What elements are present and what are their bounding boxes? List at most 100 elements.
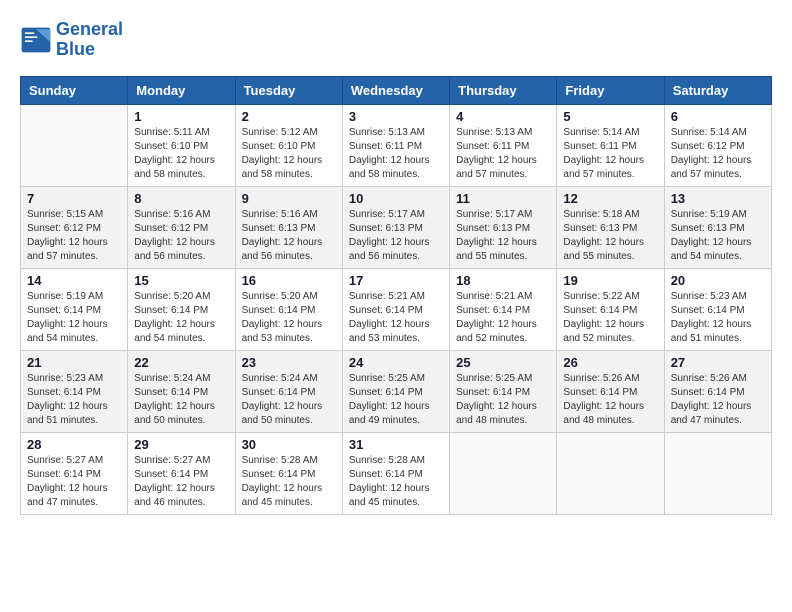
day-info: Sunrise: 5:20 AM Sunset: 6:14 PM Dayligh…: [134, 290, 228, 346]
calendar-cell: 21 Sunrise: 5:23 AM Sunset: 6:14 PM Dayl…: [21, 350, 128, 432]
day-number: 27: [671, 355, 765, 370]
day-header-monday: Monday: [128, 76, 235, 104]
day-header-thursday: Thursday: [450, 76, 557, 104]
day-info: Sunrise: 5:14 AM Sunset: 6:12 PM Dayligh…: [671, 126, 765, 182]
day-info: Sunrise: 5:24 AM Sunset: 6:14 PM Dayligh…: [242, 372, 336, 428]
day-number: 8: [134, 191, 228, 206]
day-number: 30: [242, 437, 336, 452]
day-number: 1: [134, 109, 228, 124]
page-header: General Blue: [20, 20, 772, 60]
day-info: Sunrise: 5:18 AM Sunset: 6:13 PM Dayligh…: [563, 208, 657, 264]
calendar-cell: 31 Sunrise: 5:28 AM Sunset: 6:14 PM Dayl…: [342, 432, 449, 514]
calendar-cell: 12 Sunrise: 5:18 AM Sunset: 6:13 PM Dayl…: [557, 186, 664, 268]
day-header-tuesday: Tuesday: [235, 76, 342, 104]
day-info: Sunrise: 5:16 AM Sunset: 6:12 PM Dayligh…: [134, 208, 228, 264]
day-number: 25: [456, 355, 550, 370]
day-info: Sunrise: 5:11 AM Sunset: 6:10 PM Dayligh…: [134, 126, 228, 182]
calendar-cell: 2 Sunrise: 5:12 AM Sunset: 6:10 PM Dayli…: [235, 104, 342, 186]
calendar-cell: 17 Sunrise: 5:21 AM Sunset: 6:14 PM Dayl…: [342, 268, 449, 350]
calendar-cell: 5 Sunrise: 5:14 AM Sunset: 6:11 PM Dayli…: [557, 104, 664, 186]
day-number: 5: [563, 109, 657, 124]
day-number: 3: [349, 109, 443, 124]
calendar-cell: 15 Sunrise: 5:20 AM Sunset: 6:14 PM Dayl…: [128, 268, 235, 350]
day-number: 13: [671, 191, 765, 206]
day-number: 17: [349, 273, 443, 288]
calendar-cell: 16 Sunrise: 5:20 AM Sunset: 6:14 PM Dayl…: [235, 268, 342, 350]
calendar-cell: 20 Sunrise: 5:23 AM Sunset: 6:14 PM Dayl…: [664, 268, 771, 350]
day-info: Sunrise: 5:24 AM Sunset: 6:14 PM Dayligh…: [134, 372, 228, 428]
day-number: 18: [456, 273, 550, 288]
calendar-cell: 29 Sunrise: 5:27 AM Sunset: 6:14 PM Dayl…: [128, 432, 235, 514]
calendar-cell: 27 Sunrise: 5:26 AM Sunset: 6:14 PM Dayl…: [664, 350, 771, 432]
day-number: 23: [242, 355, 336, 370]
calendar-cell: 9 Sunrise: 5:16 AM Sunset: 6:13 PM Dayli…: [235, 186, 342, 268]
day-headers-row: SundayMondayTuesdayWednesdayThursdayFrid…: [21, 76, 772, 104]
day-info: Sunrise: 5:21 AM Sunset: 6:14 PM Dayligh…: [456, 290, 550, 346]
day-info: Sunrise: 5:14 AM Sunset: 6:11 PM Dayligh…: [563, 126, 657, 182]
calendar-cell: 25 Sunrise: 5:25 AM Sunset: 6:14 PM Dayl…: [450, 350, 557, 432]
day-info: Sunrise: 5:26 AM Sunset: 6:14 PM Dayligh…: [671, 372, 765, 428]
day-info: Sunrise: 5:27 AM Sunset: 6:14 PM Dayligh…: [27, 454, 121, 510]
day-header-saturday: Saturday: [664, 76, 771, 104]
day-number: 14: [27, 273, 121, 288]
day-info: Sunrise: 5:16 AM Sunset: 6:13 PM Dayligh…: [242, 208, 336, 264]
day-number: 10: [349, 191, 443, 206]
calendar-cell: 23 Sunrise: 5:24 AM Sunset: 6:14 PM Dayl…: [235, 350, 342, 432]
calendar-cell: 3 Sunrise: 5:13 AM Sunset: 6:11 PM Dayli…: [342, 104, 449, 186]
week-row-5: 28 Sunrise: 5:27 AM Sunset: 6:14 PM Dayl…: [21, 432, 772, 514]
week-row-1: 1 Sunrise: 5:11 AM Sunset: 6:10 PM Dayli…: [21, 104, 772, 186]
calendar-cell: 30 Sunrise: 5:28 AM Sunset: 6:14 PM Dayl…: [235, 432, 342, 514]
calendar-cell: 18 Sunrise: 5:21 AM Sunset: 6:14 PM Dayl…: [450, 268, 557, 350]
calendar-cell: 28 Sunrise: 5:27 AM Sunset: 6:14 PM Dayl…: [21, 432, 128, 514]
day-number: 11: [456, 191, 550, 206]
day-info: Sunrise: 5:20 AM Sunset: 6:14 PM Dayligh…: [242, 290, 336, 346]
day-info: Sunrise: 5:13 AM Sunset: 6:11 PM Dayligh…: [456, 126, 550, 182]
calendar-cell: [21, 104, 128, 186]
calendar-cell: 13 Sunrise: 5:19 AM Sunset: 6:13 PM Dayl…: [664, 186, 771, 268]
day-number: 12: [563, 191, 657, 206]
day-number: 4: [456, 109, 550, 124]
day-number: 28: [27, 437, 121, 452]
calendar-cell: [664, 432, 771, 514]
calendar-cell: 10 Sunrise: 5:17 AM Sunset: 6:13 PM Dayl…: [342, 186, 449, 268]
calendar-cell: [557, 432, 664, 514]
day-number: 7: [27, 191, 121, 206]
day-info: Sunrise: 5:12 AM Sunset: 6:10 PM Dayligh…: [242, 126, 336, 182]
day-number: 22: [134, 355, 228, 370]
day-info: Sunrise: 5:25 AM Sunset: 6:14 PM Dayligh…: [349, 372, 443, 428]
calendar-table: SundayMondayTuesdayWednesdayThursdayFrid…: [20, 76, 772, 515]
day-info: Sunrise: 5:27 AM Sunset: 6:14 PM Dayligh…: [134, 454, 228, 510]
day-number: 21: [27, 355, 121, 370]
day-number: 31: [349, 437, 443, 452]
day-number: 15: [134, 273, 228, 288]
day-number: 20: [671, 273, 765, 288]
day-info: Sunrise: 5:21 AM Sunset: 6:14 PM Dayligh…: [349, 290, 443, 346]
day-info: Sunrise: 5:23 AM Sunset: 6:14 PM Dayligh…: [671, 290, 765, 346]
day-info: Sunrise: 5:17 AM Sunset: 6:13 PM Dayligh…: [349, 208, 443, 264]
day-number: 26: [563, 355, 657, 370]
day-header-friday: Friday: [557, 76, 664, 104]
calendar-cell: 22 Sunrise: 5:24 AM Sunset: 6:14 PM Dayl…: [128, 350, 235, 432]
day-header-wednesday: Wednesday: [342, 76, 449, 104]
calendar-cell: 19 Sunrise: 5:22 AM Sunset: 6:14 PM Dayl…: [557, 268, 664, 350]
calendar-cell: 26 Sunrise: 5:26 AM Sunset: 6:14 PM Dayl…: [557, 350, 664, 432]
day-info: Sunrise: 5:19 AM Sunset: 6:14 PM Dayligh…: [27, 290, 121, 346]
day-number: 6: [671, 109, 765, 124]
week-row-3: 14 Sunrise: 5:19 AM Sunset: 6:14 PM Dayl…: [21, 268, 772, 350]
logo-icon: [20, 26, 52, 54]
day-info: Sunrise: 5:22 AM Sunset: 6:14 PM Dayligh…: [563, 290, 657, 346]
day-info: Sunrise: 5:25 AM Sunset: 6:14 PM Dayligh…: [456, 372, 550, 428]
calendar-cell: 4 Sunrise: 5:13 AM Sunset: 6:11 PM Dayli…: [450, 104, 557, 186]
day-number: 9: [242, 191, 336, 206]
day-info: Sunrise: 5:19 AM Sunset: 6:13 PM Dayligh…: [671, 208, 765, 264]
calendar-cell: 11 Sunrise: 5:17 AM Sunset: 6:13 PM Dayl…: [450, 186, 557, 268]
day-number: 19: [563, 273, 657, 288]
day-info: Sunrise: 5:23 AM Sunset: 6:14 PM Dayligh…: [27, 372, 121, 428]
day-info: Sunrise: 5:26 AM Sunset: 6:14 PM Dayligh…: [563, 372, 657, 428]
calendar-cell: 8 Sunrise: 5:16 AM Sunset: 6:12 PM Dayli…: [128, 186, 235, 268]
logo: General Blue: [20, 20, 123, 60]
day-info: Sunrise: 5:28 AM Sunset: 6:14 PM Dayligh…: [242, 454, 336, 510]
logo-text: General Blue: [56, 20, 123, 60]
day-number: 16: [242, 273, 336, 288]
week-row-4: 21 Sunrise: 5:23 AM Sunset: 6:14 PM Dayl…: [21, 350, 772, 432]
